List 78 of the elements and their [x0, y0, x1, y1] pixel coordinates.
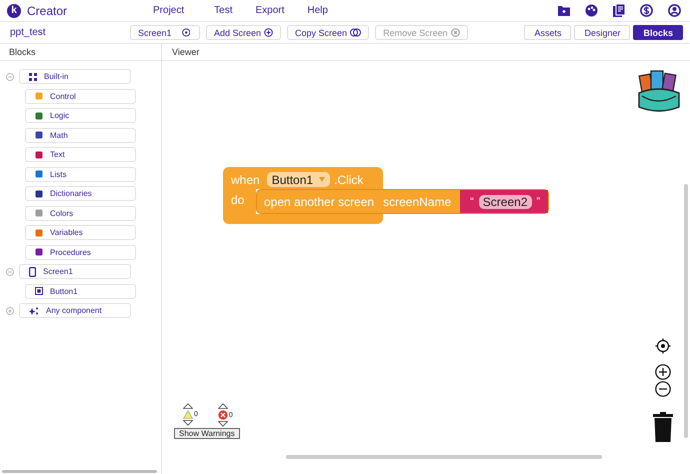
tree-item[interactable]: Control — [25, 88, 136, 104]
tree-item[interactable]: Button1 — [25, 284, 136, 299]
category-icon — [35, 209, 43, 218]
scrollbar[interactable] — [2, 470, 157, 473]
tree-item[interactable]: Dictionaries — [25, 186, 136, 202]
text-block[interactable]: “ Screen2 ” — [460, 190, 548, 213]
user-icon[interactable] — [668, 4, 681, 17]
tree-item[interactable]: Lists — [25, 166, 136, 182]
down-arrow-icon[interactable] — [183, 420, 193, 426]
error-icon — [218, 410, 228, 420]
menu-item[interactable]: Export — [255, 5, 284, 16]
tree-item[interactable]: Colors — [25, 206, 136, 221]
up-arrow-icon[interactable] — [218, 403, 228, 409]
text-value[interactable]: Screen2 — [478, 194, 532, 208]
trash-icon[interactable] — [653, 412, 673, 442]
tree-item[interactable]: Built-in — [19, 69, 131, 84]
menu-item[interactable]: Help — [307, 5, 328, 16]
backpack-icon[interactable] — [636, 69, 682, 113]
scrollbar[interactable] — [684, 184, 688, 438]
category-icon — [35, 131, 43, 140]
category-icon — [35, 150, 43, 159]
tree-item[interactable]: Math — [25, 128, 136, 143]
menu-item[interactable]: Project — [153, 5, 184, 16]
copy-icon — [350, 28, 362, 37]
category-icon — [35, 190, 43, 198]
block-keyword: do — [231, 193, 244, 207]
screen-button[interactable]: Screen1 — [130, 25, 200, 40]
zoom-in-icon[interactable] — [655, 364, 671, 380]
tree-item[interactable]: Logic — [25, 108, 136, 124]
category-icon — [35, 248, 43, 256]
block-event: .Click — [334, 172, 364, 186]
warning-icon — [183, 410, 193, 419]
plus-circle-icon — [264, 28, 274, 37]
tree-item[interactable]: Procedures — [25, 244, 136, 260]
caret-icon — [319, 177, 326, 182]
block-keyword: when — [231, 172, 260, 186]
panel-title: Viewer — [172, 47, 200, 57]
button-icon — [35, 287, 43, 296]
category-icon — [35, 112, 43, 120]
screen-button[interactable]: Add Screen — [206, 25, 282, 40]
phone-icon — [29, 266, 36, 277]
category-icon — [35, 228, 43, 237]
tree-item[interactable]: Text — [25, 147, 136, 162]
project-name: ppt_test — [10, 27, 47, 38]
remove-circle-icon — [450, 28, 460, 37]
dollar-icon[interactable] — [640, 4, 653, 17]
screen-button[interactable]: Copy Screen — [287, 25, 370, 40]
app-title: Creator — [27, 4, 68, 18]
show-warnings-button[interactable]: Show Warnings — [174, 428, 240, 439]
tree-item[interactable]: Variables — [25, 225, 136, 240]
logo: k — [7, 4, 21, 18]
view-tab[interactable]: Blocks — [633, 25, 683, 40]
menu-item[interactable]: Test — [214, 5, 232, 16]
event-block[interactable]: when Button1 .Click do open another screen screenName “ Screen2 ” — [223, 167, 550, 224]
grid-icon — [29, 72, 37, 81]
category-icon — [35, 92, 43, 100]
sparkle-icon — [29, 306, 39, 315]
document-icon[interactable] — [613, 4, 625, 17]
statement-block[interactable]: open another screen screenName “ Screen2 ” — [256, 189, 550, 214]
palette-icon[interactable] — [585, 4, 598, 17]
view-tab[interactable]: Designer — [574, 25, 630, 40]
quote-mark: “ — [470, 196, 474, 208]
zoom-out-icon[interactable] — [655, 381, 671, 397]
down-arrow-icon[interactable] — [218, 421, 228, 427]
folder-icon[interactable] — [558, 5, 570, 16]
component-dropdown[interactable]: Button1 — [266, 172, 330, 187]
block-param: screenName — [383, 194, 452, 208]
quote-mark: ” — [536, 196, 540, 208]
scrollbar[interactable] — [286, 455, 602, 459]
tree-item[interactable]: Screen1 — [19, 264, 131, 280]
up-arrow-icon[interactable] — [183, 403, 193, 409]
target-icon[interactable] — [655, 338, 671, 354]
panel-title: Blocks — [9, 47, 36, 57]
tree-item[interactable]: Any component — [19, 303, 131, 318]
category-icon — [35, 170, 43, 178]
block-label: open another screen — [264, 194, 374, 208]
view-tab[interactable]: Assets — [524, 25, 572, 40]
circle-dot-icon — [182, 28, 190, 37]
